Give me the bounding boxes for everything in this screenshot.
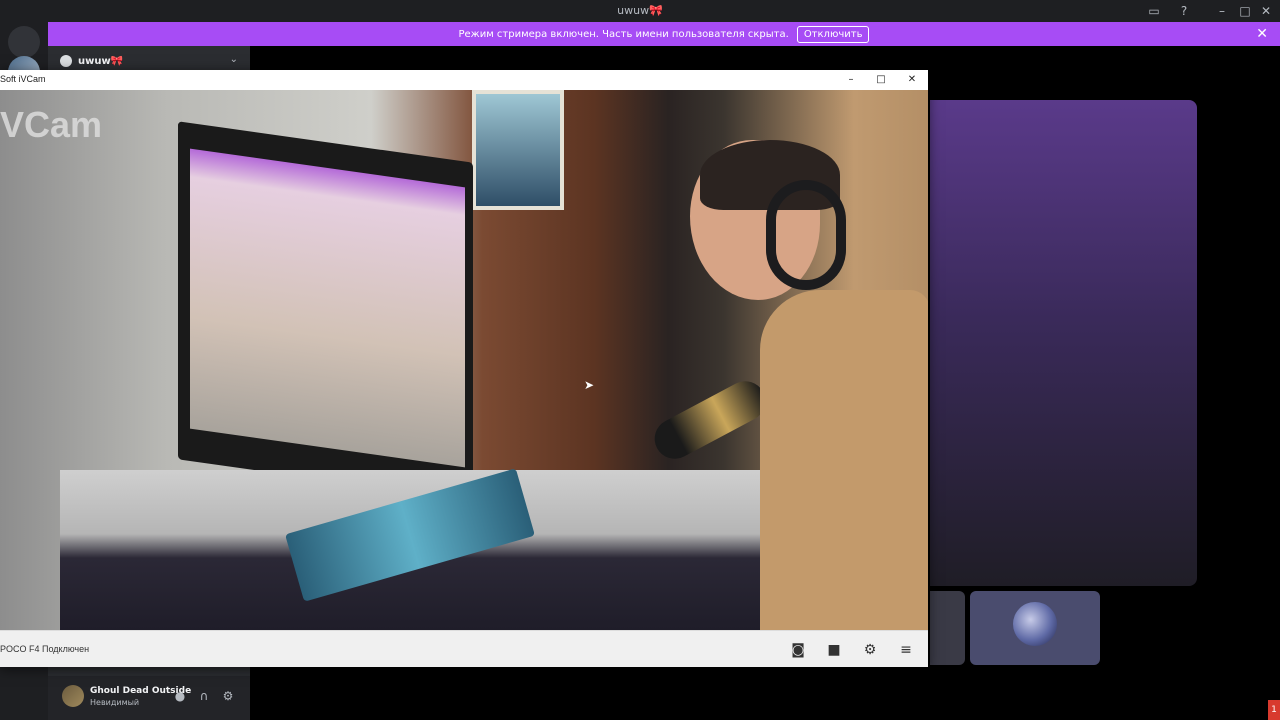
stream-tile-main[interactable] (930, 100, 1197, 586)
camera-icon[interactable]: ◙ (789, 641, 807, 659)
server-badge-icon (60, 55, 72, 67)
camera-preview: VCam ➤ (0, 90, 928, 630)
monitor-screen (190, 148, 465, 468)
settings-icon[interactable]: ⚙ (861, 641, 879, 659)
discord-home-icon[interactable] (8, 26, 40, 58)
user-status: Невидимый (90, 698, 140, 707)
video-icon[interactable]: ■ (825, 641, 843, 659)
participant-avatar (1013, 602, 1057, 646)
maximize-icon[interactable]: □ (1237, 3, 1253, 19)
wall-poster (472, 90, 564, 210)
inbox-icon[interactable]: ▭ (1146, 3, 1162, 19)
participant-tile[interactable] (970, 591, 1100, 665)
ivcam-status-bar: POCO F4 Подключен ◙ ■ ⚙ ≡ (0, 630, 928, 667)
person (690, 140, 928, 630)
banner-text: Режим стримера включен. Часть имени поль… (458, 28, 789, 40)
ivcam-title-bar: Soft iVCam – □ ✕ (0, 70, 928, 90)
disable-streamer-mode-button[interactable]: Отключить (796, 25, 870, 43)
headphones-icon[interactable]: ∩ (196, 688, 212, 704)
minimize-icon[interactable]: – (843, 72, 859, 88)
connection-status: POCO F4 Подключен (0, 644, 90, 654)
banner-close-icon[interactable]: ✕ (1256, 26, 1268, 42)
settings-icon[interactable]: ⚙ (220, 688, 236, 704)
close-icon[interactable]: ✕ (1258, 3, 1274, 19)
title-bar: uwuw🎀 ▭ ? – □ ✕ (0, 0, 1280, 22)
microphone-icon[interactable]: ● (172, 688, 188, 704)
window-title: uwuw🎀 (617, 4, 663, 17)
ivcam-title: Soft iVCam (0, 74, 46, 84)
headphones (766, 180, 846, 290)
close-icon[interactable]: ✕ (904, 72, 920, 88)
help-icon[interactable]: ? (1176, 3, 1192, 19)
person-body (760, 290, 928, 630)
streamer-mode-banner: Режим стримера включен. Часть имени поль… (48, 22, 1280, 46)
chevron-down-icon[interactable]: ⌄ (230, 54, 238, 65)
notification-icon[interactable]: 1 (1268, 700, 1280, 720)
ivcam-watermark: VCam (0, 104, 103, 145)
maximize-icon[interactable]: □ (873, 72, 889, 88)
minimize-icon[interactable]: – (1214, 3, 1230, 19)
server-name: uwuw🎀 (78, 56, 124, 67)
user-panel: Ghoul Dead Outside Невидимый ● ∩ ⚙ (48, 676, 250, 720)
mouse-cursor-icon: ➤ (584, 378, 595, 392)
ivcam-window: Soft iVCam – □ ✕ VCam ➤ POCO F4 Подключе… (0, 70, 928, 667)
participant-tile[interactable] (930, 591, 965, 665)
avatar[interactable] (62, 685, 84, 707)
menu-icon[interactable]: ≡ (897, 641, 915, 659)
